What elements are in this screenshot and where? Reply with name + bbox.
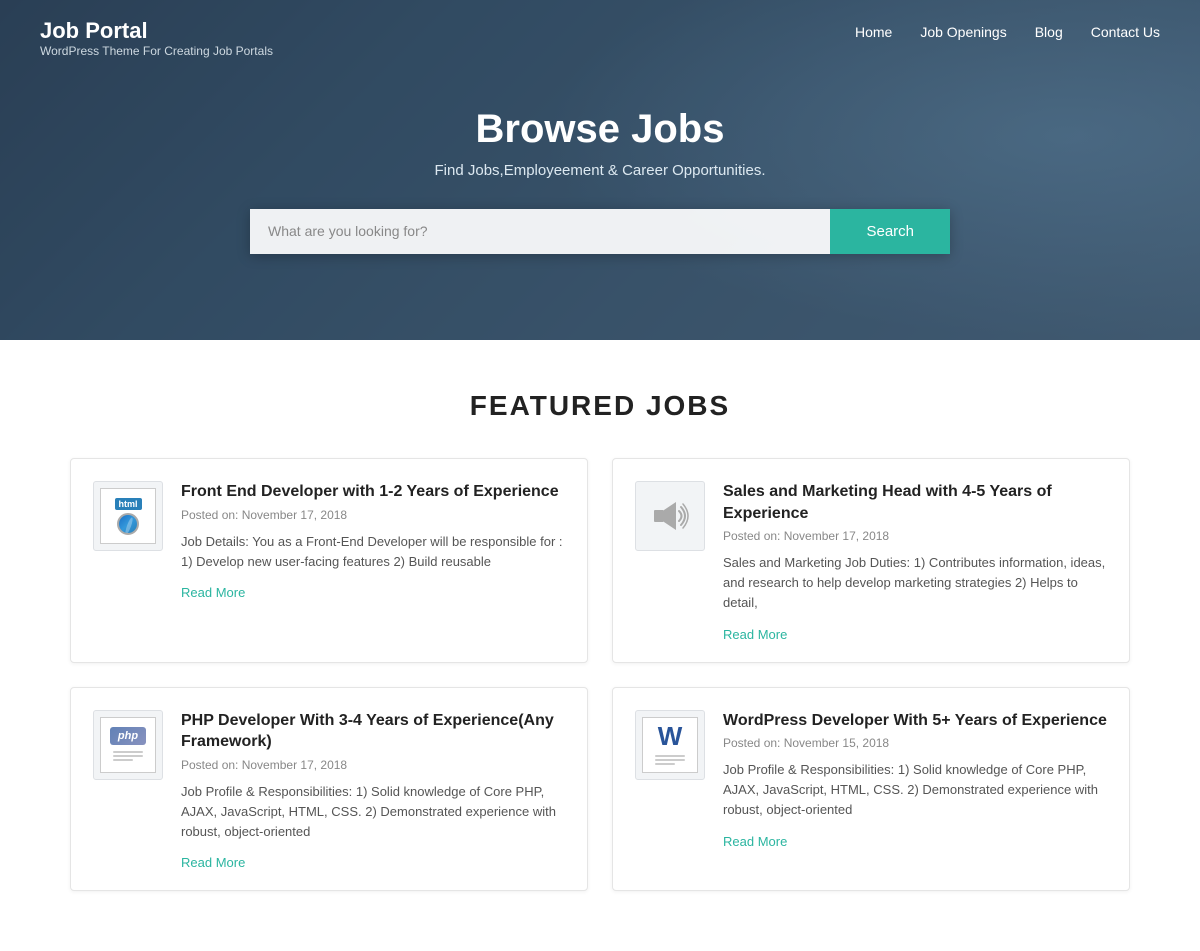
- job-info-1: Front End Developer with 1-2 Years of Ex…: [181, 481, 565, 644]
- job-title-2: Sales and Marketing Head with 4-5 Years …: [723, 481, 1107, 524]
- jobs-grid: html Front End Developer with 1-2 Years …: [70, 458, 1130, 891]
- job-desc-1: Job Details: You as a Front-End Develope…: [181, 532, 565, 572]
- job-title-4: WordPress Developer With 5+ Years of Exp…: [723, 710, 1107, 732]
- hero-title: Browse Jobs: [0, 107, 1200, 152]
- job-date-4: Posted on: November 15, 2018: [723, 736, 1107, 750]
- job-info-3: PHP Developer With 3-4 Years of Experien…: [181, 710, 565, 873]
- nav-link-job-openings[interactable]: Job Openings: [920, 24, 1006, 40]
- job-icon-word: W: [635, 710, 705, 780]
- job-card-1: html Front End Developer with 1-2 Years …: [70, 458, 588, 663]
- job-desc-2: Sales and Marketing Job Duties: 1) Contr…: [723, 553, 1107, 613]
- brand-subtitle: WordPress Theme For Creating Job Portals: [40, 44, 273, 58]
- job-desc-3: Job Profile & Responsibilities: 1) Solid…: [181, 782, 565, 842]
- hero-section: Job Portal WordPress Theme For Creating …: [0, 0, 1200, 340]
- job-icon-php: php: [93, 710, 163, 780]
- nav-link-blog[interactable]: Blog: [1035, 24, 1063, 40]
- navbar: Job Portal WordPress Theme For Creating …: [0, 0, 1200, 58]
- nav-links: Home Job Openings Blog Contact Us: [855, 24, 1160, 40]
- job-card-2: Sales and Marketing Head with 4-5 Years …: [612, 458, 1130, 663]
- hero-content: Browse Jobs Find Jobs,Employeement & Car…: [0, 87, 1200, 254]
- job-desc-4: Job Profile & Responsibilities: 1) Solid…: [723, 760, 1107, 820]
- job-date-1: Posted on: November 17, 2018: [181, 508, 565, 522]
- brand-title: Job Portal: [40, 18, 273, 44]
- job-info-4: WordPress Developer With 5+ Years of Exp…: [723, 710, 1107, 873]
- job-icon-html: html: [93, 481, 163, 551]
- search-bar: Search: [250, 209, 950, 254]
- job-icon-speaker: [635, 481, 705, 551]
- hero-subtitle: Find Jobs,Employeement & Career Opportun…: [0, 162, 1200, 179]
- job-title-1: Front End Developer with 1-2 Years of Ex…: [181, 481, 565, 503]
- nav-link-contact[interactable]: Contact Us: [1091, 24, 1160, 40]
- read-more-3[interactable]: Read More: [181, 855, 245, 870]
- job-date-2: Posted on: November 17, 2018: [723, 529, 1107, 543]
- featured-jobs-title: FEATURED JOBS: [70, 390, 1130, 422]
- search-input[interactable]: [250, 209, 830, 254]
- nav-link-home[interactable]: Home: [855, 24, 892, 40]
- read-more-2[interactable]: Read More: [723, 627, 787, 642]
- job-card-4: W WordPress Developer With 5+ Years of E…: [612, 687, 1130, 892]
- search-button[interactable]: Search: [830, 209, 950, 254]
- main-content: FEATURED JOBS html Front End Developer w…: [50, 340, 1150, 951]
- read-more-4[interactable]: Read More: [723, 834, 787, 849]
- job-card-3: php PHP Developer With 3-4 Years of Expe…: [70, 687, 588, 892]
- job-title-3: PHP Developer With 3-4 Years of Experien…: [181, 710, 565, 753]
- job-date-3: Posted on: November 17, 2018: [181, 758, 565, 772]
- read-more-1[interactable]: Read More: [181, 585, 245, 600]
- brand: Job Portal WordPress Theme For Creating …: [40, 18, 273, 58]
- job-info-2: Sales and Marketing Head with 4-5 Years …: [723, 481, 1107, 644]
